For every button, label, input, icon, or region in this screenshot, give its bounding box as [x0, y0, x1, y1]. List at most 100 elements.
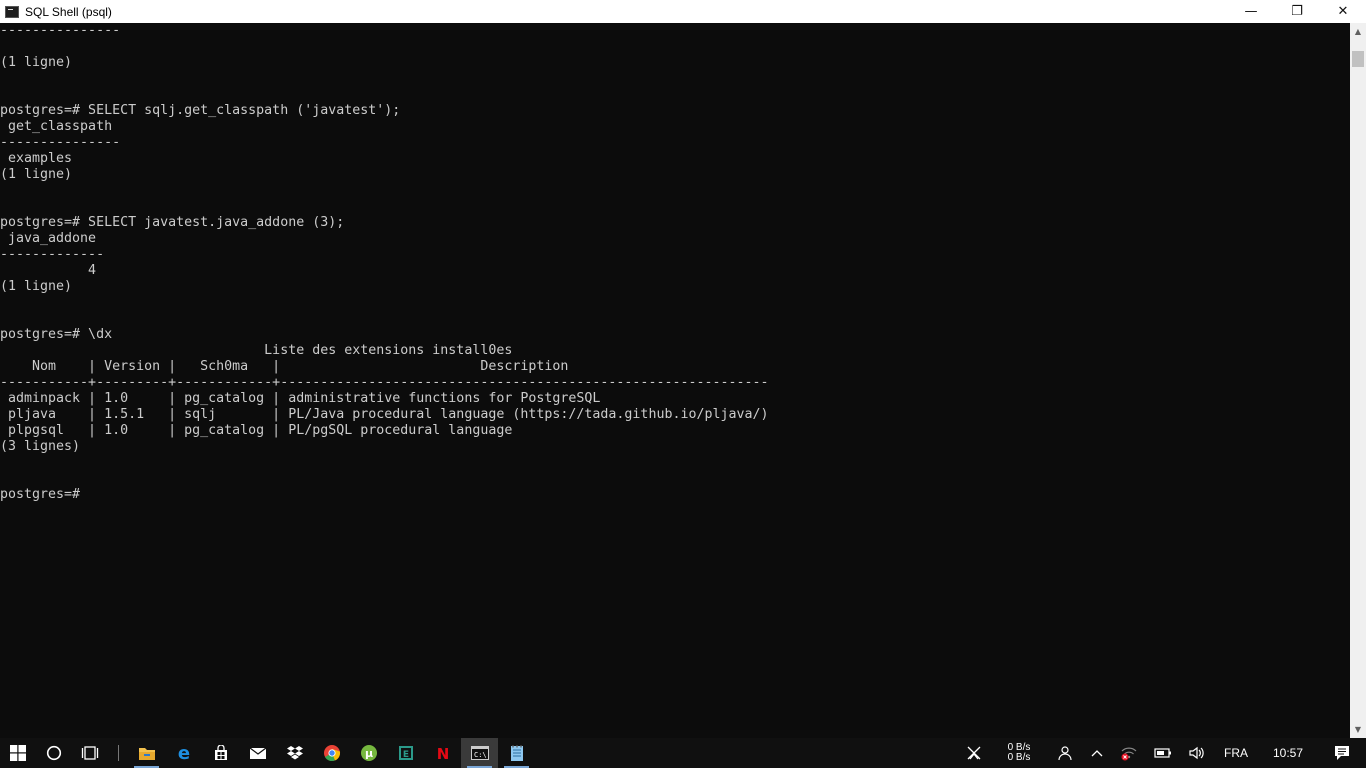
window-title-bar[interactable]: SQL Shell (psql) — ❐ ✕ [0, 0, 1366, 24]
console-window-icon [5, 5, 19, 18]
store-icon [214, 745, 227, 760]
console-line: get_classpath [0, 119, 113, 134]
people-icon [1058, 746, 1072, 761]
arrow-up-icon: ▲ [1354, 27, 1362, 36]
clock[interactable]: 10:57 [1258, 738, 1318, 768]
system-tray: 0 B/s 0 B/s FRA 10:57 [956, 738, 1366, 768]
console-output[interactable]: --------------- (1 ligne) postgres=# SELEC… [0, 23, 1350, 738]
console-line: (3 lignes) [0, 439, 81, 454]
console-line: --------------- [0, 135, 121, 150]
vertical-scrollbar[interactable]: ▲ ▼ [1350, 23, 1366, 738]
show-hidden-icons-button[interactable] [1082, 738, 1112, 768]
tray-people-button[interactable] [1046, 738, 1082, 768]
console-line: --------------- [0, 23, 121, 38]
console-line: java_addone [0, 231, 97, 246]
minimize-button[interactable]: — [1228, 0, 1274, 23]
close-icon: ✕ [1337, 4, 1349, 19]
taskbar-app-store[interactable] [202, 738, 239, 768]
console-line: plpgsql | 1.0 | pg_catalog | PL/pgSQL pr… [0, 423, 513, 438]
start-button[interactable] [0, 738, 36, 768]
console-line: -----------+---------+------------+-----… [0, 375, 769, 390]
taskbar-app-notepad[interactable] [498, 738, 535, 768]
console-line: adminpack | 1.0 | pg_catalog | administr… [0, 391, 601, 406]
console-line: (1 ligne) [0, 279, 73, 294]
svg-text:C:\: C:\ [474, 751, 487, 759]
window-controls: — ❐ ✕ [1228, 0, 1366, 23]
edge-icon: e [177, 744, 189, 762]
input-language-indicator[interactable]: FRA [1214, 738, 1258, 768]
taskbar-app-dropbox[interactable] [276, 738, 313, 768]
taskbar-app-file-explorer[interactable] [128, 738, 165, 768]
arrow-down-icon: ▼ [1354, 725, 1362, 734]
maximize-button[interactable]: ❐ [1274, 0, 1320, 23]
console-line: 4 [0, 263, 97, 278]
cortana-circle-icon [46, 745, 62, 761]
speaker-icon [1189, 746, 1204, 760]
mail-icon [249, 747, 266, 759]
network-speed-meter[interactable]: 0 B/s 0 B/s [992, 738, 1046, 768]
restore-icon: ❐ [1291, 4, 1303, 19]
notification-icon [1335, 746, 1349, 760]
scroll-down-button[interactable]: ▼ [1350, 721, 1366, 738]
taskbar-app-chrome[interactable] [313, 738, 350, 768]
task-view-button[interactable] [72, 738, 108, 768]
taskbar-app-cmd[interactable]: C:\ [461, 738, 498, 768]
action-center-button[interactable] [1318, 738, 1366, 768]
net-download-speed: 0 B/s [1007, 752, 1031, 763]
dropbox-icon [286, 746, 303, 760]
taskbar-app-e[interactable]: E [387, 738, 424, 768]
console-line: postgres=# SELECT javatest.java_addone (… [0, 215, 345, 230]
console-line: Liste des extensions install0es [0, 343, 513, 358]
console-line: examples [0, 151, 73, 166]
windows-logo-icon [10, 745, 26, 761]
cortana-button[interactable] [36, 738, 72, 768]
clock-time: 10:57 [1272, 746, 1304, 760]
tray-volume-button[interactable] [1180, 738, 1214, 768]
tray-tool-button[interactable] [956, 738, 992, 768]
scroll-thumb[interactable] [1352, 51, 1364, 67]
console-line: postgres=# SELECT sqlj.get_classpath ('j… [0, 103, 401, 118]
task-view-icon [81, 746, 99, 760]
battery-charging-icon [1154, 748, 1171, 758]
close-button[interactable]: ✕ [1320, 0, 1366, 23]
svg-text:E: E [402, 750, 408, 760]
console-line: postgres=# [0, 487, 81, 502]
taskbar-app-mail[interactable] [239, 738, 276, 768]
svg-text:e: e [177, 744, 189, 762]
svg-text:N: N [437, 745, 449, 761]
console-line: pljava | 1.5.1 | sqlj | PL/Java procedur… [0, 407, 769, 422]
wifi-disconnected-icon [1121, 747, 1137, 761]
language-code: FRA [1224, 746, 1248, 760]
scroll-up-button[interactable]: ▲ [1350, 23, 1366, 40]
console-text: --------------- (1 ligne) postgres=# SELEC… [0, 23, 1350, 503]
tool-icon [967, 746, 981, 760]
console-line: ------------- [0, 247, 105, 262]
chrome-icon [323, 745, 340, 762]
app-e-icon: E [398, 746, 413, 760]
taskbar: e µ E N C:\ 0 B/s 0 B/s FRA 10:57 [0, 738, 1366, 768]
minimize-icon: — [1244, 4, 1258, 19]
console-line: (1 ligne) [0, 167, 73, 182]
cmd-icon: C:\ [470, 746, 489, 760]
taskbar-app-utorrent[interactable]: µ [350, 738, 387, 768]
chevron-up-icon [1091, 750, 1103, 757]
window-title: SQL Shell (psql) [25, 4, 112, 19]
tray-battery-button[interactable] [1146, 738, 1180, 768]
file-explorer-icon [138, 748, 155, 760]
taskbar-app-netflix[interactable]: N [424, 738, 461, 768]
tray-network-button[interactable] [1112, 738, 1146, 768]
console-line: Nom | Version | Sch0ma | Description [0, 359, 569, 374]
netflix-icon: N [437, 745, 449, 761]
taskbar-separator [108, 738, 128, 768]
svg-text:µ: µ [364, 747, 372, 760]
taskbar-app-edge[interactable]: e [165, 738, 202, 768]
